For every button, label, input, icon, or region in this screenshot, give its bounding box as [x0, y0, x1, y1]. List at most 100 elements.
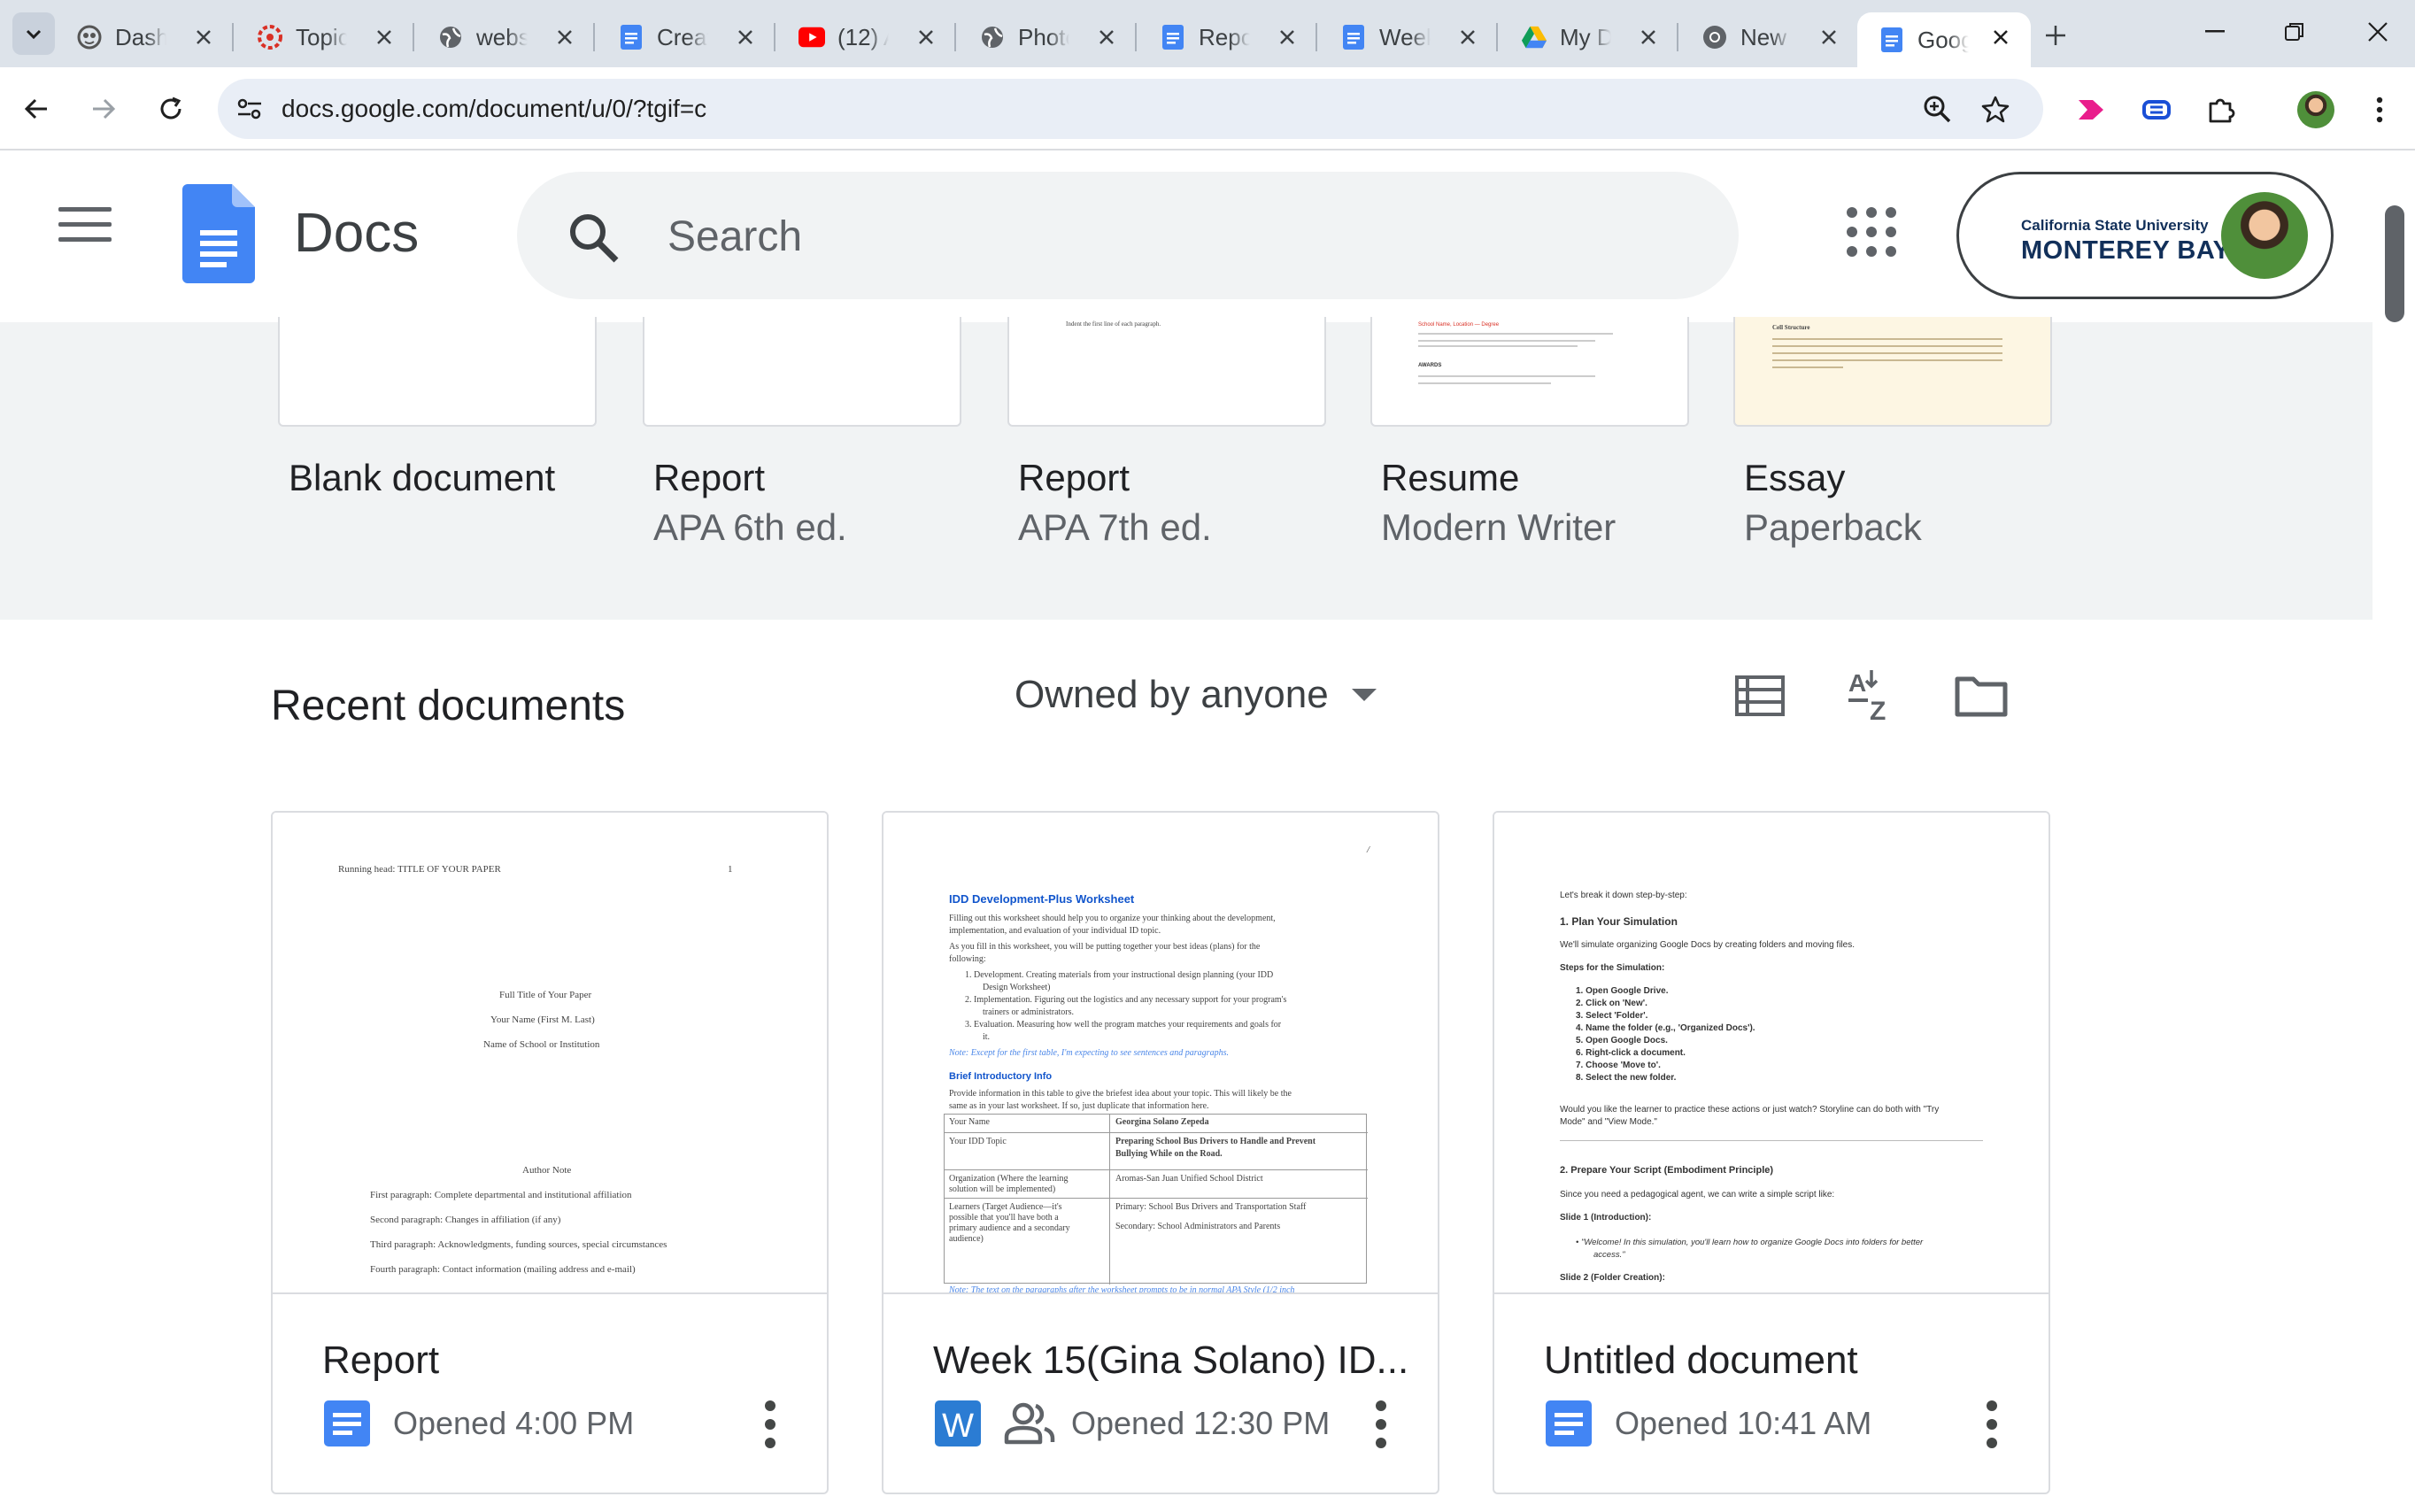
document-preview[interactable]: Let's break it down step-by-step: 1. Pla… — [1494, 813, 2049, 1294]
folder-picker-icon[interactable] — [1953, 667, 2010, 724]
bookmark-star-icon[interactable] — [1978, 91, 2013, 127]
close-window-button[interactable] — [2351, 12, 2404, 51]
browser-tab[interactable]: Creati — [597, 12, 775, 62]
table-cell: Georgina Solano Zepeda — [1115, 1117, 1209, 1127]
preview-text: 1 — [728, 864, 733, 875]
close-icon[interactable] — [1273, 23, 1301, 51]
close-icon[interactable] — [189, 23, 218, 51]
document-preview[interactable]: Running head: TITLE OF YOUR PAPER 1 Full… — [273, 813, 827, 1294]
preview-text: / — [1367, 845, 1370, 855]
browser-tab[interactable]: Week — [1319, 12, 1498, 62]
arrow-left-icon — [24, 98, 47, 120]
template-preview-heading: Cell Structure — [1772, 324, 1810, 331]
new-tab-button[interactable] — [2036, 16, 2075, 55]
preview-text: 8. Select the new folder. — [1576, 1073, 1677, 1083]
search-icon[interactable] — [567, 211, 620, 264]
account-switcher[interactable]: California State University MONTEREY BAY — [1956, 172, 2334, 299]
template-thumbnail[interactable]: School Name, Location — Degree AWARDS — [1370, 317, 1689, 427]
close-icon[interactable] — [1454, 23, 1482, 51]
browser-tab[interactable]: Photo — [958, 12, 1137, 62]
owner-filter-dropdown[interactable]: Owned by anyone — [1015, 673, 1377, 717]
preview-text: Your Name (First M. Last) — [490, 1014, 595, 1025]
forward-button[interactable] — [81, 87, 126, 131]
docs-logo-icon[interactable] — [182, 184, 255, 283]
close-icon[interactable] — [912, 23, 940, 51]
back-button[interactable] — [14, 87, 58, 131]
close-icon[interactable] — [731, 23, 760, 51]
org-name-line2: MONTEREY BAY — [2021, 236, 2231, 265]
extension-pink-icon[interactable] — [2070, 89, 2112, 131]
template-thumbnail[interactable]: Cell Structure — [1733, 317, 2052, 427]
tab-divider — [1316, 23, 1317, 51]
browser-tab[interactable]: My Dr — [1500, 12, 1678, 62]
reload-button[interactable] — [149, 87, 193, 131]
browser-tabstrip: Dashb Topic websp Creati (12) A — [0, 0, 2415, 67]
site-settings-icon[interactable] — [230, 89, 269, 128]
table-cell: Preparing School Bus Drivers to Handle a… — [1115, 1137, 1316, 1146]
tab-title: Creati — [657, 23, 708, 50]
tab-title: Dashb — [115, 23, 166, 50]
template-subtitle: Paperback — [1744, 506, 1922, 548]
document-preview[interactable]: / IDD Development-Plus Worksheet Filling… — [883, 813, 1438, 1294]
more-options-icon[interactable] — [1985, 1400, 1999, 1448]
google-docs-file-icon — [1546, 1400, 1592, 1446]
extension-blue-icon[interactable] — [2135, 89, 2178, 131]
template-name: Blank document — [289, 457, 556, 498]
close-icon[interactable] — [1092, 23, 1121, 51]
close-icon[interactable] — [551, 23, 579, 51]
main-menu-icon[interactable] — [58, 207, 112, 251]
google-apps-icon[interactable] — [1847, 207, 1896, 257]
more-options-icon[interactable] — [763, 1400, 777, 1448]
browser-tab[interactable]: Repor — [1138, 12, 1317, 62]
close-icon[interactable] — [1987, 23, 2015, 51]
page-scrollbar[interactable] — [2385, 205, 2404, 322]
browser-tab-active[interactable]: Goog — [1857, 12, 2031, 67]
table-cell: Bullying While on the Road. — [1115, 1149, 1223, 1159]
document-card[interactable]: / IDD Development-Plus Worksheet Filling… — [882, 811, 1439, 1494]
extensions-puzzle-icon[interactable] — [2199, 89, 2241, 131]
sort-az-icon[interactable]: AZ — [1843, 667, 1900, 724]
avatar[interactable] — [2221, 192, 2308, 279]
preview-text: Let's break it down step-by-step: — [1560, 891, 1687, 900]
template-thumbnail[interactable] — [643, 317, 961, 427]
url-text[interactable]: docs.google.com/document/u/0/?tgif=c — [282, 95, 706, 123]
profile-avatar[interactable] — [2295, 89, 2337, 131]
preview-text: 5. Open Google Docs. — [1576, 1036, 1668, 1045]
browser-tab[interactable]: New — [1680, 12, 1859, 62]
template-name: Resume — [1381, 457, 1520, 498]
table-cell: audience) — [949, 1234, 984, 1244]
docs-search-bar[interactable]: Search — [517, 172, 1739, 299]
browser-menu-icon[interactable] — [2358, 89, 2401, 131]
preview-text: As you fill in this worksheet, you will … — [949, 942, 1261, 952]
more-options-icon[interactable] — [1374, 1400, 1388, 1448]
close-icon[interactable] — [1815, 23, 1843, 51]
template-thumbnail[interactable]: Indent the first line of each paragraph. — [1007, 317, 1326, 427]
document-card[interactable]: Let's break it down step-by-step: 1. Pla… — [1493, 811, 2050, 1494]
document-title[interactable]: Week 15(Gina Solano) ID... — [933, 1338, 1408, 1383]
browser-tab[interactable]: (12) A — [777, 12, 956, 62]
browser-tab[interactable]: Dashb — [55, 12, 234, 62]
docs-favicon-icon — [1160, 24, 1186, 50]
document-card[interactable]: Running head: TITLE OF YOUR PAPER 1 Full… — [271, 811, 829, 1494]
preview-text: We'll simulate organizing Google Docs by… — [1560, 940, 1855, 950]
docs-app-name[interactable]: Docs — [294, 202, 419, 265]
close-icon[interactable] — [1634, 23, 1663, 51]
template-name: Report — [653, 457, 766, 498]
topic-favicon-icon — [257, 24, 283, 50]
list-view-icon[interactable] — [1732, 667, 1788, 724]
preview-rule — [1560, 1140, 1983, 1141]
browser-tab[interactable]: Topic — [235, 12, 414, 62]
minimize-button[interactable] — [2188, 12, 2241, 51]
document-title[interactable]: Report — [322, 1338, 439, 1383]
preview-heading: IDD Development-Plus Worksheet — [949, 892, 1135, 906]
restore-button[interactable] — [2268, 12, 2321, 51]
zoom-icon[interactable] — [1919, 91, 1955, 127]
close-icon[interactable] — [370, 23, 398, 51]
tab-search-button[interactable] — [12, 12, 55, 55]
document-title[interactable]: Untitled document — [1544, 1338, 1858, 1383]
preview-text: Design Worksheet) — [983, 983, 1051, 992]
browser-tab[interactable]: websp — [416, 12, 595, 62]
address-bar[interactable]: docs.google.com/document/u/0/?tgif=c — [218, 79, 2043, 139]
search-placeholder[interactable]: Search — [667, 212, 802, 261]
template-thumbnail[interactable] — [278, 317, 597, 427]
